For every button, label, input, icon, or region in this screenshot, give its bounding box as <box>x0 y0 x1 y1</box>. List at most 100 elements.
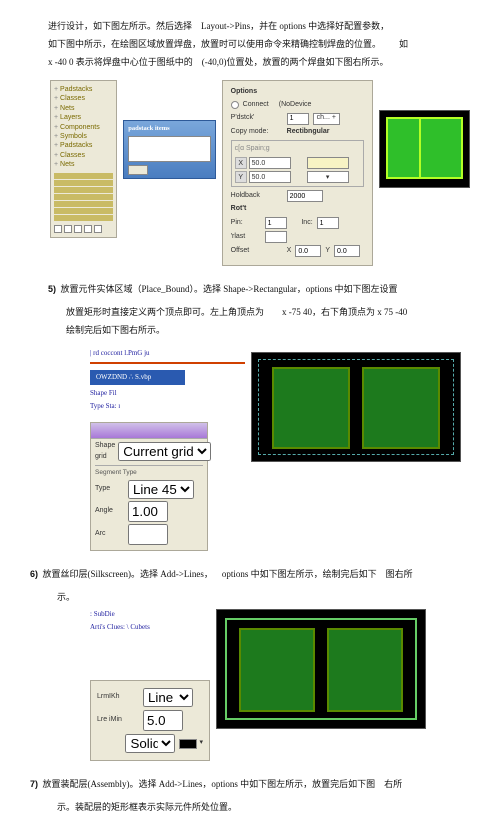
connect-label: Connect <box>243 100 269 111</box>
offset-x-input[interactable] <box>295 245 321 257</box>
step-6-line-1: 放置丝印层(Silkscreen)。选择 Add->Lines， options… <box>43 569 413 579</box>
color-swatch[interactable] <box>179 739 197 749</box>
y-header: Y <box>235 171 247 183</box>
sidebar-tree-panel: Padstacks Classes Nets Layers Components… <box>50 80 117 238</box>
line-lock-select[interactable]: Line 45 <box>143 688 193 707</box>
figure-row-3: : SubDie Arti's Clues: \ Cubets LrmIKh L… <box>90 609 470 762</box>
intro-line-2: 如下图中所示，在绘图区域放置焊盘，放置时可以使用命令来精确控制焊盘的位置。 如 <box>30 38 470 52</box>
padstack-label: P'dstck' <box>231 113 283 124</box>
popup-ok-button[interactable] <box>128 165 148 175</box>
line-width-input[interactable] <box>143 710 183 731</box>
options-panel: Options Connect (NoDevice P'dstck' ch...… <box>222 80 373 266</box>
line-options-panel: LrmIKh Line 45 Lre iMin Solid ▾ <box>90 680 210 761</box>
popup-list[interactable] <box>128 136 210 162</box>
figure-row-1: Padstacks Classes Nets Layers Components… <box>50 80 470 266</box>
step-6-line-2: 示。 <box>57 591 470 605</box>
step-7-line-2: 示。装配层的矩形框表示实际元件所处位置。 <box>57 801 470 815</box>
step-5-line-2: 放置矩形时直接定义两个顶点即可。左上角顶点为 x -75 40，右下角顶点为 x… <box>66 306 470 320</box>
rot-select[interactable]: ▾ <box>307 171 349 183</box>
tree-node[interactable]: Padstacks <box>54 141 113 150</box>
seg-type-label: Type <box>95 484 125 495</box>
connect-radio[interactable] <box>231 101 239 109</box>
copymode-label: Copy mode: <box>231 127 283 138</box>
pin-input[interactable] <box>265 217 287 229</box>
segment-type-label: Segment Type <box>95 468 203 478</box>
tree-node[interactable]: Symbols <box>54 132 113 141</box>
intro-line-1: 进行设计，如下图左所示。然后选择 Layout->Pins，并在 options… <box>30 20 470 34</box>
tree-node[interactable]: Padstacks <box>54 85 113 94</box>
toolbar-btn[interactable] <box>84 225 92 233</box>
x-input[interactable]: 50.0 <box>249 157 291 169</box>
popup-title: padstack items <box>128 124 210 134</box>
rotate-label: Rot't <box>231 204 283 215</box>
step-7-line-1: 放置装配层(Assembly)。选择 Add->Lines，options 中如… <box>43 779 403 789</box>
tab-strip-label: | rd coccont l.PmG ju <box>90 348 245 359</box>
spacing-box-label: c[ɑ Spain;ɡ <box>235 144 360 155</box>
toolbar-btn[interactable] <box>64 225 72 233</box>
shape-options-panel: Shape grid Current grid Segment Type Typ… <box>90 422 208 551</box>
tree-sub-item[interactable] <box>54 173 113 179</box>
seg-type-select[interactable]: Line 45 <box>128 480 194 499</box>
step-7: 7) 放置装配层(Assembly)。选择 Add->Lines，options… <box>48 778 470 792</box>
padstack-browse-button[interactable]: ch... + <box>313 113 340 125</box>
padstack-input[interactable] <box>287 113 309 125</box>
shape-fill-label: Shape Fil <box>90 388 245 399</box>
toolbar-btn[interactable] <box>74 225 82 233</box>
step-6-number: 6) <box>30 569 38 579</box>
shape-options-header <box>91 423 207 439</box>
subclass-hdr-1: : SubDie <box>90 609 210 620</box>
toolbar-btn[interactable] <box>54 225 62 233</box>
offset-label: Offset <box>231 246 283 257</box>
pad-shape <box>327 628 403 712</box>
padstack-popup: padstack items <box>123 120 215 179</box>
subclass-hdr-2: Arti's Clues: \ Cubets <box>90 622 210 633</box>
step-5-line-3: 绘制完后如下图右所示。 <box>66 324 470 338</box>
step-5-number: 5) <box>48 284 56 294</box>
options-header: Options <box>231 87 364 98</box>
offset-y-label: Y <box>325 246 330 257</box>
seg-arc-label: Arc <box>95 529 125 540</box>
rlast-label: 'rlast <box>231 232 261 243</box>
tree-node[interactable]: Nets <box>54 160 113 169</box>
seg-angle-input[interactable] <box>128 501 168 522</box>
line-style-select[interactable]: Solid <box>125 734 175 753</box>
holdback-label: Holdback <box>231 191 283 202</box>
tree-node[interactable]: Classes <box>54 94 113 103</box>
tree-node[interactable]: Components <box>54 123 113 132</box>
x-header: X <box>235 157 247 169</box>
step-5: 5) 放置元件实体区域（Place_Bound）。选择 Shape->Recta… <box>66 283 470 297</box>
line-width-label: Lre iMin <box>97 715 139 726</box>
shape-grid-label: Shape grid <box>95 441 115 463</box>
inc-label: Inc: <box>291 218 313 229</box>
pcb-preview-pads <box>379 110 470 188</box>
shape-brand-button[interactable]: OWZDND ∴ S.vbp <box>90 370 185 385</box>
rd-input[interactable] <box>307 157 349 169</box>
seg-angle-label: Angle <box>95 506 125 517</box>
y-input[interactable]: 50.0 <box>249 171 291 183</box>
copymode-value: Rectibngular <box>287 127 330 138</box>
offset-x-label: X <box>287 246 292 257</box>
holdback-input[interactable] <box>287 190 323 202</box>
shape-type-label: Type Sta: ɪ <box>90 401 245 412</box>
toolbar-btn[interactable] <box>94 225 102 233</box>
shape-grid-select[interactable]: Current grid <box>118 442 211 461</box>
step-7-number: 7) <box>30 779 38 789</box>
pcb-preview-silk <box>216 609 426 729</box>
line-color-picker[interactable]: ▾ <box>179 738 203 749</box>
line-lock-label: LrmIKh <box>97 692 139 703</box>
seg-arc-input[interactable] <box>128 524 168 545</box>
intro-line-3: x -40 0 表示将焊盘中心位于图纸中的 (-40,0)位置处，放置的两个焊盘… <box>30 56 470 70</box>
pad-shape <box>419 117 463 179</box>
place-bound-outline <box>258 359 454 455</box>
rlast-input[interactable] <box>265 231 287 243</box>
tree-node[interactable]: Nets <box>54 104 113 113</box>
tree-toolbar <box>54 225 113 233</box>
pin-label: Pin: <box>231 218 261 229</box>
tree-node[interactable]: Layers <box>54 113 113 122</box>
offset-y-input[interactable] <box>334 245 360 257</box>
tree-node[interactable]: Classes <box>54 151 113 160</box>
step-5-line-1: 放置元件实体区域（Place_Bound）。选择 Shape->Rectangu… <box>61 284 398 294</box>
pcb-preview-bound <box>251 352 461 462</box>
connect-value: (NoDevice <box>279 100 312 111</box>
inc-input[interactable] <box>317 217 339 229</box>
